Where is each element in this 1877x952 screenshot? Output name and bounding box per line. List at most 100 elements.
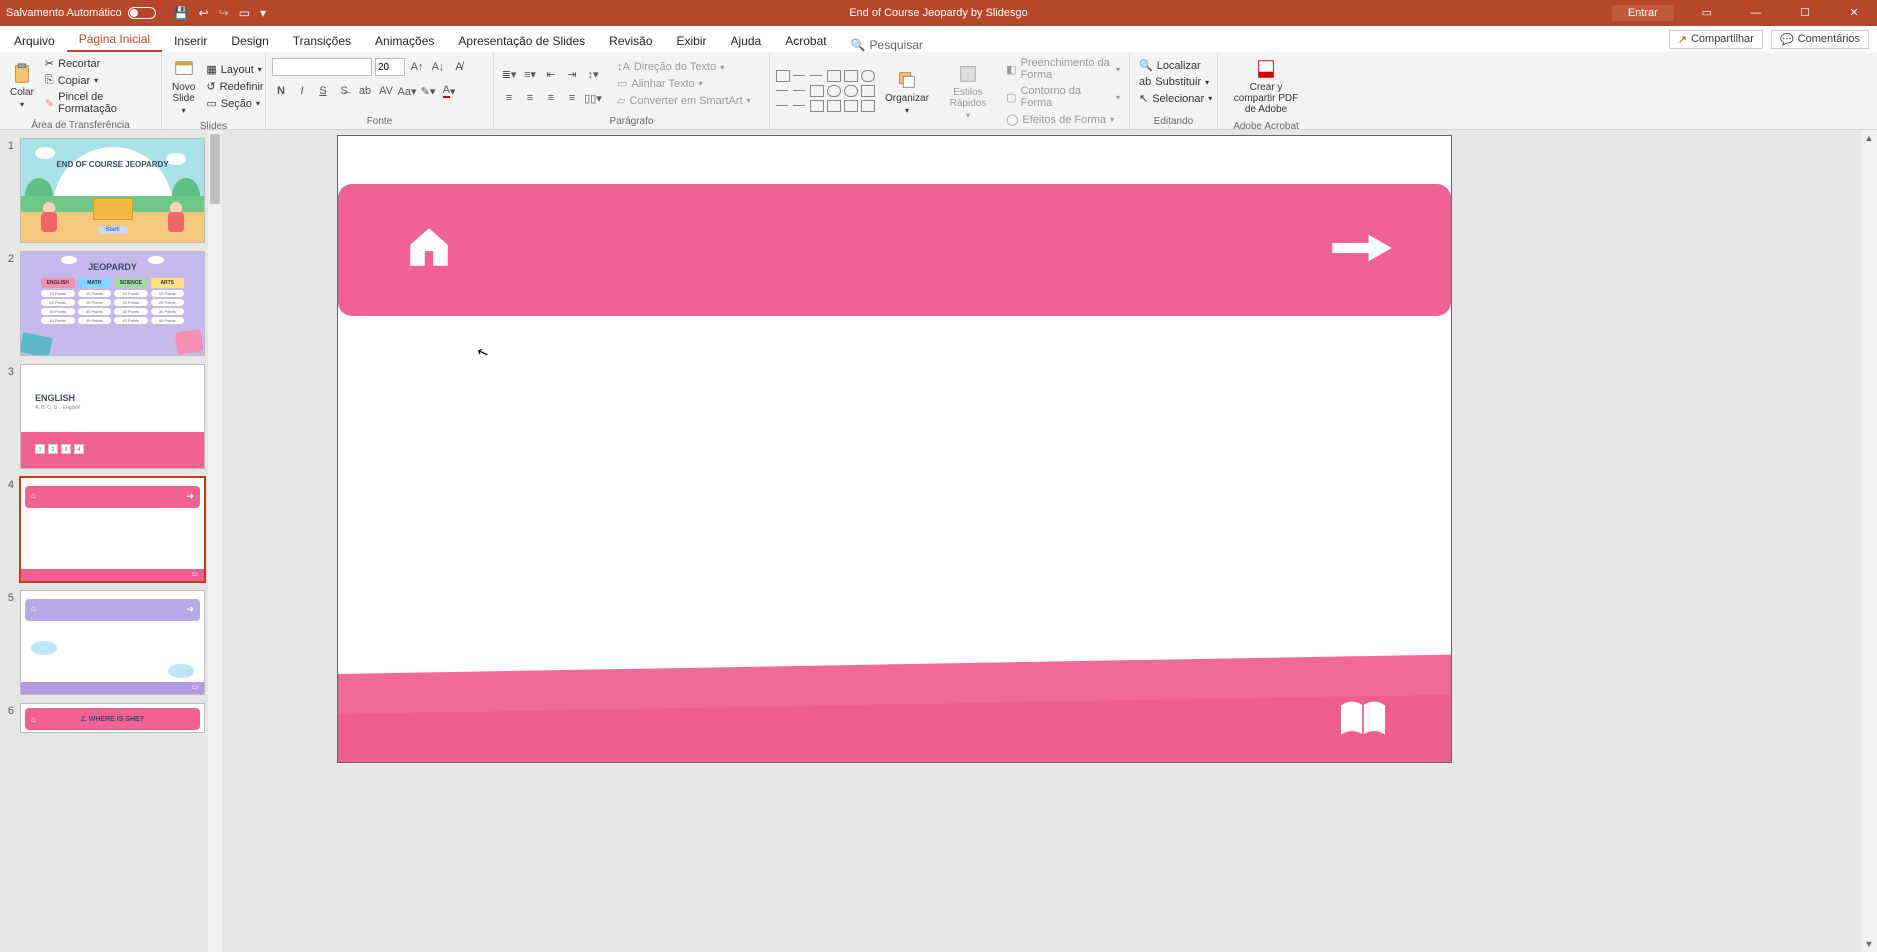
underline-icon[interactable]: S [314,82,332,100]
strike-icon[interactable]: S̶ [335,82,353,100]
shape-fill-button[interactable]: ◧Preenchimento da Forma▾ [1003,56,1123,82]
find-button[interactable]: 🔍Localizar [1136,58,1204,73]
increase-indent-icon[interactable]: ⇥ [563,65,581,83]
slide-thumbnail-6[interactable]: ⌂2. WHERE IS SHE? [20,703,205,733]
clear-format-icon[interactable]: A̸ [450,58,468,76]
replace-icon: ab [1139,76,1151,88]
tab-inserir[interactable]: Inserir [162,29,219,52]
tab-animacoes[interactable]: Animações [363,29,446,52]
spacing-icon[interactable]: AV [377,82,395,100]
slide-thumbnail-5[interactable]: ⌂➔ ▭ [20,590,205,695]
slide-thumbnail-1[interactable]: END OF COURSE JEOPARDY Start! [20,138,205,243]
minimize-icon[interactable]: — [1733,0,1779,26]
select-icon: ↖ [1139,92,1148,105]
arrow-right-icon[interactable] [1329,228,1395,268]
section-button[interactable]: ▭Seção▾ [203,96,266,111]
tellme-search[interactable]: 🔍 Pesquisar [851,38,923,52]
quick-styles-button[interactable]: Estilos Rápidos▾ [937,61,999,122]
select-button[interactable]: ↖Selecionar▾ [1136,91,1215,106]
quick-styles-icon [957,63,979,85]
tab-apresentacao[interactable]: Apresentação de Slides [446,29,597,52]
shape-effects-button[interactable]: ◯Efeitos de Forma▾ [1003,112,1123,127]
decrease-font-icon[interactable]: A↓ [429,58,447,76]
bold-icon[interactable]: N [272,82,290,100]
thumbnails-scrollbar[interactable] [208,130,222,952]
align-left-icon[interactable]: ≡ [500,89,518,107]
outline-icon: ▢ [1006,91,1016,104]
bullets-icon[interactable]: ≣▾ [500,65,518,83]
increase-font-icon[interactable]: A↑ [408,58,426,76]
tab-exibir[interactable]: Exibir [665,29,719,52]
highlight-icon[interactable]: ✎▾ [419,82,437,100]
slide-thumbnail-3[interactable]: ENGLISH A, B, C, D... English! 1234 [20,364,205,469]
slide-editor[interactable]: ↖ ▲ ▼ [222,130,1877,952]
slide-bottom-banner[interactable] [338,674,1451,762]
new-slide-button[interactable]: Novo Slide▾ [168,56,199,117]
reset-button[interactable]: ↺Redefinir [203,79,266,94]
line-spacing-icon[interactable]: ↕▾ [584,65,602,83]
signin-button[interactable]: Entrar [1612,5,1674,21]
columns-icon[interactable]: ▯▯▾ [584,89,602,107]
replace-button[interactable]: abSubstituir▾ [1136,75,1212,89]
arrange-button[interactable]: Organizar▾ [881,67,933,117]
slide-thumbnail-2[interactable]: JEOPARDY ENGLISH MATH SCIENCE ARTS 10 Po… [20,251,205,356]
tab-transicoes[interactable]: Transições [281,29,363,52]
align-right-icon[interactable]: ≡ [542,89,560,107]
cut-button[interactable]: ✂Recortar [42,56,155,71]
tab-acrobat[interactable]: Acrobat [773,29,838,52]
ribbon-display-icon[interactable]: ▭ [1684,0,1730,26]
redo-icon[interactable]: ↪ [219,6,229,20]
comments-button[interactable]: 💬Comentários [1771,30,1869,49]
tab-arquivo[interactable]: Arquivo [2,29,67,52]
slide-canvas[interactable] [338,136,1451,762]
shape-outline-button[interactable]: ▢Contorno da Forma▾ [1003,84,1123,110]
scrollbar-thumb[interactable] [210,134,220,204]
font-size-input[interactable] [375,58,405,76]
slideshow-start-icon[interactable]: ▭ [239,6,250,20]
tab-ajuda[interactable]: Ajuda [719,29,774,52]
share-button[interactable]: ↗Compartilhar [1669,30,1763,49]
format-painter-button[interactable]: ✎Pincel de Formatação [42,90,155,116]
copy-button[interactable]: ⎘Copiar▾ [42,73,155,88]
shapes-gallery[interactable] [776,70,877,114]
qa-more-icon[interactable]: ▾ [260,6,266,20]
text-direction-button[interactable]: ↕ADireção do Texto▾ [614,60,754,74]
autosave-toggle[interactable]: Salvamento Automático [6,7,156,19]
scroll-up-icon[interactable]: ▲ [1861,130,1877,146]
slide-top-banner[interactable] [338,184,1451,316]
italic-icon[interactable]: I [293,82,311,100]
scroll-down-icon[interactable]: ▼ [1861,936,1877,952]
convert-smartart-button[interactable]: ▱Converter em SmartArt▾ [614,93,754,108]
slide-thumbnails-panel: 1 END OF COURSE JEOPARDY Start! 2 JEO [0,130,222,952]
close-icon[interactable]: ✕ [1831,0,1877,26]
align-center-icon[interactable]: ≡ [521,89,539,107]
shadow-icon[interactable]: ab [356,82,374,100]
adobe-pdf-button[interactable]: Crear y compartir PDF de Adobe [1224,56,1308,117]
layout-icon: ▦ [206,63,216,76]
case-icon[interactable]: Aa▾ [398,82,416,100]
maximize-icon[interactable]: ☐ [1782,0,1828,26]
book-icon[interactable] [1337,698,1389,742]
justify-icon[interactable]: ≡ [563,89,581,107]
toggle-pill-icon[interactable] [128,7,156,19]
paste-button[interactable]: Colar ▾ [6,61,38,111]
smartart-icon: ▱ [617,94,625,107]
tab-design[interactable]: Design [219,29,280,52]
arrow-right-icon: ➔ [186,604,194,615]
home-icon: ⌂ [31,715,36,724]
home-icon[interactable] [404,222,454,272]
decrease-indent-icon[interactable]: ⇤ [542,65,560,83]
new-slide-icon [173,58,195,80]
fill-icon: ◧ [1006,63,1016,76]
numbering-icon[interactable]: ≡▾ [521,65,539,83]
slide-thumbnail-4[interactable]: ⌂➔ ▭ [20,477,205,582]
editor-scrollbar[interactable]: ▲ ▼ [1861,130,1877,952]
font-color-icon[interactable]: A▾ [440,82,458,100]
font-name-input[interactable] [272,58,372,76]
save-icon[interactable]: 💾 [174,6,189,20]
undo-icon[interactable]: ↩ [199,6,209,20]
tab-revisao[interactable]: Revisão [597,29,664,52]
align-text-button[interactable]: ▭Alinhar Texto▾ [614,76,754,91]
tab-pagina-inicial[interactable]: Página Inicial [67,27,162,52]
layout-button[interactable]: ▦Layout▾ [203,62,266,77]
